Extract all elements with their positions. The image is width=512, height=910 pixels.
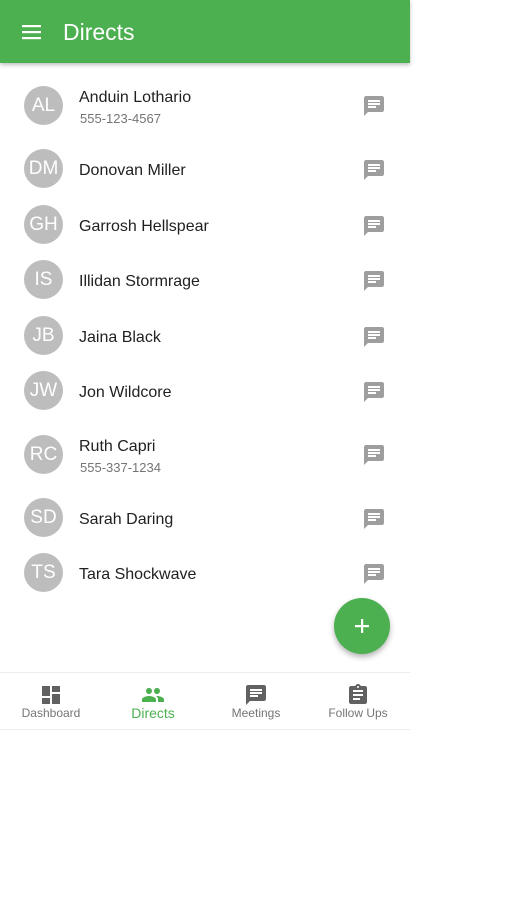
contact-row[interactable]: JB Jaina Black bbox=[0, 314, 410, 358]
contact-name: Sarah Daring bbox=[79, 511, 174, 528]
avatar: SD bbox=[24, 498, 63, 537]
avatar: JB bbox=[24, 316, 63, 355]
contact-row[interactable]: RC Ruth Capri 555-337-1234 bbox=[0, 433, 410, 477]
menu-button[interactable] bbox=[16, 16, 48, 48]
menu-icon bbox=[22, 25, 41, 40]
add-direct-button[interactable] bbox=[334, 598, 390, 654]
contact-name: Tara Shockwave bbox=[79, 566, 197, 583]
chat-icon-wrap bbox=[244, 683, 268, 707]
nav-item-meetings[interactable]: Meetings bbox=[205, 673, 307, 729]
chat-icon bbox=[364, 327, 384, 347]
chat-icon bbox=[364, 382, 384, 402]
avatar: JW bbox=[24, 371, 63, 410]
nav-label: Follow Ups bbox=[328, 706, 388, 720]
chat-icon bbox=[364, 96, 384, 116]
contact-row[interactable]: SD Sarah Daring bbox=[0, 496, 410, 540]
app-bar: Directs bbox=[0, 0, 410, 63]
message-button[interactable] bbox=[362, 269, 386, 293]
dashboard-icon-wrap bbox=[39, 683, 63, 707]
chat-icon bbox=[364, 216, 384, 236]
nav-label: Meetings bbox=[231, 706, 281, 720]
contact-phone: 555-123-4567 bbox=[80, 111, 161, 126]
contact-row[interactable]: TS Tara Shockwave bbox=[0, 551, 410, 595]
contact-name: Jaina Black bbox=[79, 329, 161, 346]
contact-name: Donovan Miller bbox=[79, 162, 186, 179]
contact-row[interactable]: JW Jon Wildcore bbox=[0, 369, 410, 413]
message-button[interactable] bbox=[362, 325, 386, 349]
bottom-navigation: Dashboard Directs Meetings Follow Ups bbox=[0, 672, 410, 730]
contact-phone: 555-337-1234 bbox=[80, 460, 161, 475]
message-button[interactable] bbox=[362, 158, 386, 182]
people-icon bbox=[142, 688, 164, 702]
clipboard-icon-wrap bbox=[346, 683, 370, 707]
avatar: DM bbox=[24, 149, 63, 188]
plus-icon bbox=[355, 619, 369, 633]
chat-icon bbox=[246, 685, 266, 705]
contact-row[interactable]: DM Donovan Miller bbox=[0, 147, 410, 191]
nav-label: Dashboard bbox=[21, 706, 81, 720]
chat-icon bbox=[364, 445, 384, 465]
contact-name: Jon Wildcore bbox=[79, 384, 172, 401]
nav-item-directs[interactable]: Directs bbox=[102, 673, 204, 729]
contact-name: Anduin Lothario bbox=[79, 89, 192, 106]
nav-item-follow-ups[interactable]: Follow Ups bbox=[307, 673, 409, 729]
chat-icon bbox=[364, 160, 384, 180]
contact-name: Garrosh Hellspear bbox=[79, 218, 209, 235]
contact-row[interactable]: IS Illidan Stormrage bbox=[0, 258, 410, 302]
page-title: Directs bbox=[63, 19, 135, 45]
avatar: TS bbox=[24, 553, 63, 592]
nav-item-dashboard[interactable]: Dashboard bbox=[0, 673, 102, 729]
avatar: RC bbox=[24, 435, 63, 474]
message-button[interactable] bbox=[362, 214, 386, 238]
avatar: GH bbox=[24, 205, 63, 244]
nav-label: Directs bbox=[131, 705, 175, 721]
contact-name: Ruth Capri bbox=[79, 438, 156, 455]
contact-name: Illidan Stormrage bbox=[79, 273, 200, 290]
message-button[interactable] bbox=[362, 94, 386, 118]
clipboard-icon bbox=[349, 684, 367, 704]
app-screen: Directs AL Anduin Lothario 555-123-4567 DM D… bbox=[0, 0, 410, 730]
message-button[interactable] bbox=[362, 380, 386, 404]
contact-row[interactable]: GH Garrosh Hellspear bbox=[0, 203, 410, 247]
people-icon-wrap bbox=[141, 683, 165, 707]
message-button[interactable] bbox=[362, 507, 386, 531]
avatar: AL bbox=[24, 86, 63, 125]
dashboard-icon bbox=[42, 686, 60, 704]
chat-icon bbox=[364, 509, 384, 529]
message-button[interactable] bbox=[362, 443, 386, 467]
chat-icon bbox=[364, 271, 384, 291]
contact-row[interactable]: AL Anduin Lothario 555-123-4567 bbox=[0, 84, 410, 128]
chat-icon bbox=[364, 564, 384, 584]
message-button[interactable] bbox=[362, 562, 386, 586]
avatar: IS bbox=[24, 260, 63, 299]
